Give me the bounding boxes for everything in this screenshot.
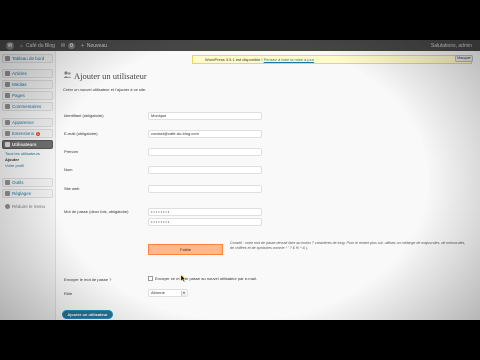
wordpress-logo-icon: W xyxy=(6,41,14,50)
firstname-label: Prénom xyxy=(64,149,79,154)
menu-label: Tableau de bord xyxy=(12,56,45,61)
menu-media[interactable]: Médias xyxy=(2,80,53,89)
wp-admin-screen: W ⌂ Café du Blog ✉ 0 + Nouveau Salutatio… xyxy=(0,40,480,320)
menu-pages[interactable]: Pages xyxy=(2,91,53,100)
page-icon xyxy=(5,93,10,98)
menu-appearance[interactable]: Apparence xyxy=(2,118,53,127)
tools-icon xyxy=(5,180,10,185)
menu-label: Outils xyxy=(12,180,24,185)
password-input[interactable]: •••••••• xyxy=(148,208,262,216)
main-content: Ajouter un utilisateur Créer un nouvel u… xyxy=(56,51,480,320)
menu-label: Commentaires xyxy=(12,104,42,109)
appearance-icon xyxy=(5,120,10,125)
collapse-icon xyxy=(5,204,10,209)
pushpin-icon xyxy=(5,71,10,76)
media-icon xyxy=(5,82,10,87)
users-submenu: Tous les utilisateurs Ajouter Votre prof… xyxy=(3,151,53,169)
menu-posts[interactable]: Articles xyxy=(2,69,53,78)
lastname-input[interactable] xyxy=(148,166,262,174)
new-label: Nouveau xyxy=(86,42,107,49)
plus-icon: + xyxy=(80,42,84,49)
username-label: Identifiant (obligatoire) xyxy=(64,113,104,118)
firstname-input[interactable] xyxy=(148,148,262,156)
menu-label: Articles xyxy=(12,71,27,76)
send-password-checkbox[interactable] xyxy=(148,276,153,281)
menu-dashboard[interactable]: Tableau de bord xyxy=(2,54,53,63)
admin-menu: Tableau de bord Articles Médias Pages Co… xyxy=(0,51,56,320)
menu-label: Réglages xyxy=(12,191,32,196)
home-icon: ⌂ xyxy=(20,42,24,49)
chevron-down-icon: ▼ xyxy=(181,291,186,296)
dashboard-icon xyxy=(5,56,10,61)
howdy-text: Salutations, admin xyxy=(430,42,472,49)
site-name: Café du Blog xyxy=(26,42,55,49)
lastname-label: Nom xyxy=(64,167,73,172)
menu-label: Médias xyxy=(12,82,27,87)
menu-comments[interactable]: Commentaires xyxy=(2,102,53,111)
menu-plugins[interactable]: Extensions 1 xyxy=(2,129,53,138)
page-title: Ajouter un utilisateur xyxy=(74,71,147,81)
wp-logo-menu[interactable]: W xyxy=(6,41,14,50)
page-intro: Créer un nouvel utilisateur et l'ajouter… xyxy=(63,87,147,92)
video-frame: W ⌂ Café du Blog ✉ 0 + Nouveau Salutatio… xyxy=(0,0,480,360)
plugin-icon xyxy=(5,131,10,136)
password-hint: Conseil : votre mot de passe devrait fai… xyxy=(230,241,466,250)
website-input[interactable] xyxy=(148,185,262,193)
users-icon xyxy=(5,142,10,147)
collapse-menu[interactable]: Réduire le menu xyxy=(2,202,53,211)
new-content-menu[interactable]: + Nouveau xyxy=(81,43,107,49)
password-label: Mot de passe (deux fois, obligatoire) xyxy=(64,209,129,214)
update-count-badge: 1 xyxy=(36,131,40,136)
submenu-profile[interactable]: Votre profil xyxy=(3,163,53,169)
menu-label: Réduire le menu xyxy=(12,204,46,209)
comments-icon xyxy=(5,104,10,109)
users-page-icon xyxy=(63,71,72,78)
comments-link[interactable]: ✉ 0 xyxy=(60,42,75,49)
account-menu[interactable]: Salutations, admin xyxy=(431,43,472,49)
menu-label: Apparence xyxy=(12,120,34,125)
website-label: Site web xyxy=(64,186,80,191)
email-label: E-mail (obligatoire) xyxy=(64,131,98,136)
menu-label: Pages xyxy=(12,93,25,98)
menu-tools[interactable]: Outils xyxy=(2,178,53,187)
password-confirm-input[interactable]: •••••••• xyxy=(148,218,262,226)
add-user-button[interactable]: Ajouter un utilisateur xyxy=(62,310,113,319)
email-input[interactable]: contact@cafe-du-blog.com xyxy=(148,130,262,138)
comment-bubble-icon: ✉ xyxy=(60,42,66,49)
menu-settings[interactable]: Réglages xyxy=(2,189,53,198)
menu-label: Utilisateurs xyxy=(12,142,37,147)
cursor-icon xyxy=(179,274,186,282)
role-value: Abonné xyxy=(151,290,165,295)
role-select[interactable]: Abonné ▼ xyxy=(148,289,188,297)
menu-label: Extensions xyxy=(12,131,35,136)
comments-count: 0 xyxy=(68,42,75,49)
admin-bar: W ⌂ Café du Blog ✉ 0 + Nouveau Salutatio… xyxy=(0,40,480,51)
password-strength-indicator: Faible xyxy=(148,244,223,255)
settings-icon xyxy=(5,191,10,196)
send-password-label: Envoyer le mot de passe ? xyxy=(64,277,112,282)
send-password-text: Envoyer ce mot de passe au nouvel utilis… xyxy=(155,276,257,281)
site-name-link[interactable]: ⌂ Café du Blog xyxy=(20,43,55,49)
username-input[interactable]: Monique xyxy=(148,112,262,120)
menu-users[interactable]: Utilisateurs xyxy=(2,140,53,149)
role-label: Rôle xyxy=(64,291,73,296)
